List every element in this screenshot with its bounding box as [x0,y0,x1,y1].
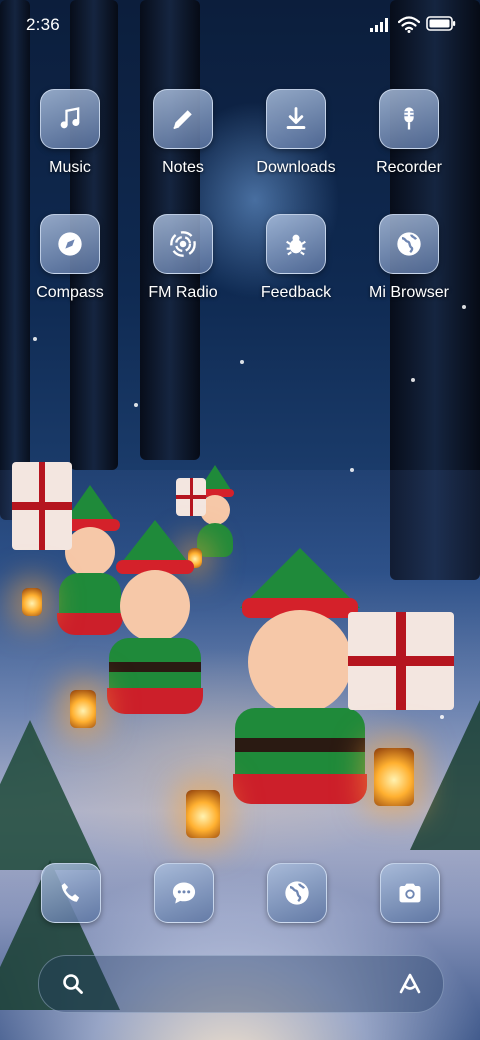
gift-box [348,612,454,710]
lantern [186,790,220,838]
app-label: Music [49,159,91,176]
app-label: Compass [36,284,104,301]
wifi-icon [398,16,420,33]
snowflake [350,468,354,472]
app-recorder[interactable]: Recorder [359,89,459,199]
app-label: Notes [162,159,204,176]
assistant-icon[interactable] [395,969,425,999]
snowflake [462,305,466,309]
battery-full-icon [426,16,456,31]
snowflake [411,378,415,382]
snowflake [134,403,138,407]
app-label: FM Radio [148,284,218,301]
app-feedback[interactable]: Feedback [246,214,346,324]
dock-phone[interactable] [41,863,101,923]
app-downloads[interactable]: Downloads [246,89,346,199]
music-note-icon [40,89,100,149]
microphone-icon [379,89,439,149]
search-bar[interactable] [38,955,444,1013]
snowflake [440,715,444,719]
dock-messages[interactable] [154,863,214,923]
bug-icon [266,214,326,274]
search-icon[interactable] [61,972,85,996]
camera-icon [380,863,440,923]
lantern [22,588,42,616]
app-music[interactable]: Music [20,89,120,199]
chat-bubble-icon [154,863,214,923]
dock-browser[interactable] [267,863,327,923]
app-label: Mi Browser [368,284,449,301]
lantern [374,748,414,806]
snowflake [240,360,244,364]
elf-front [200,548,400,898]
pine-branch [410,700,480,850]
snowflake [33,337,37,341]
download-icon [266,89,326,149]
app-label: Recorder [376,159,442,176]
lantern [70,690,96,728]
app-compass[interactable]: Compass [20,214,120,324]
globe-icon [379,214,439,274]
compass-icon [40,214,100,274]
radio-waves-icon [153,214,213,274]
app-label: Downloads [256,159,336,176]
cellular-signal-icon [370,18,388,32]
gift-box [12,462,72,550]
status-time: 2:36 [26,15,60,34]
status-bar: 2:36 [0,0,480,50]
pencil-icon [153,89,213,149]
app-mi-browser[interactable]: Mi Browser [359,214,459,324]
app-notes[interactable]: Notes [133,89,233,199]
gift-box [176,478,206,516]
app-fm-radio[interactable]: FM Radio [133,214,233,324]
globe-icon [267,863,327,923]
phone-icon [41,863,101,923]
app-label: Feedback [260,284,332,301]
dock-camera[interactable] [380,863,440,923]
pine-branch [0,720,100,870]
